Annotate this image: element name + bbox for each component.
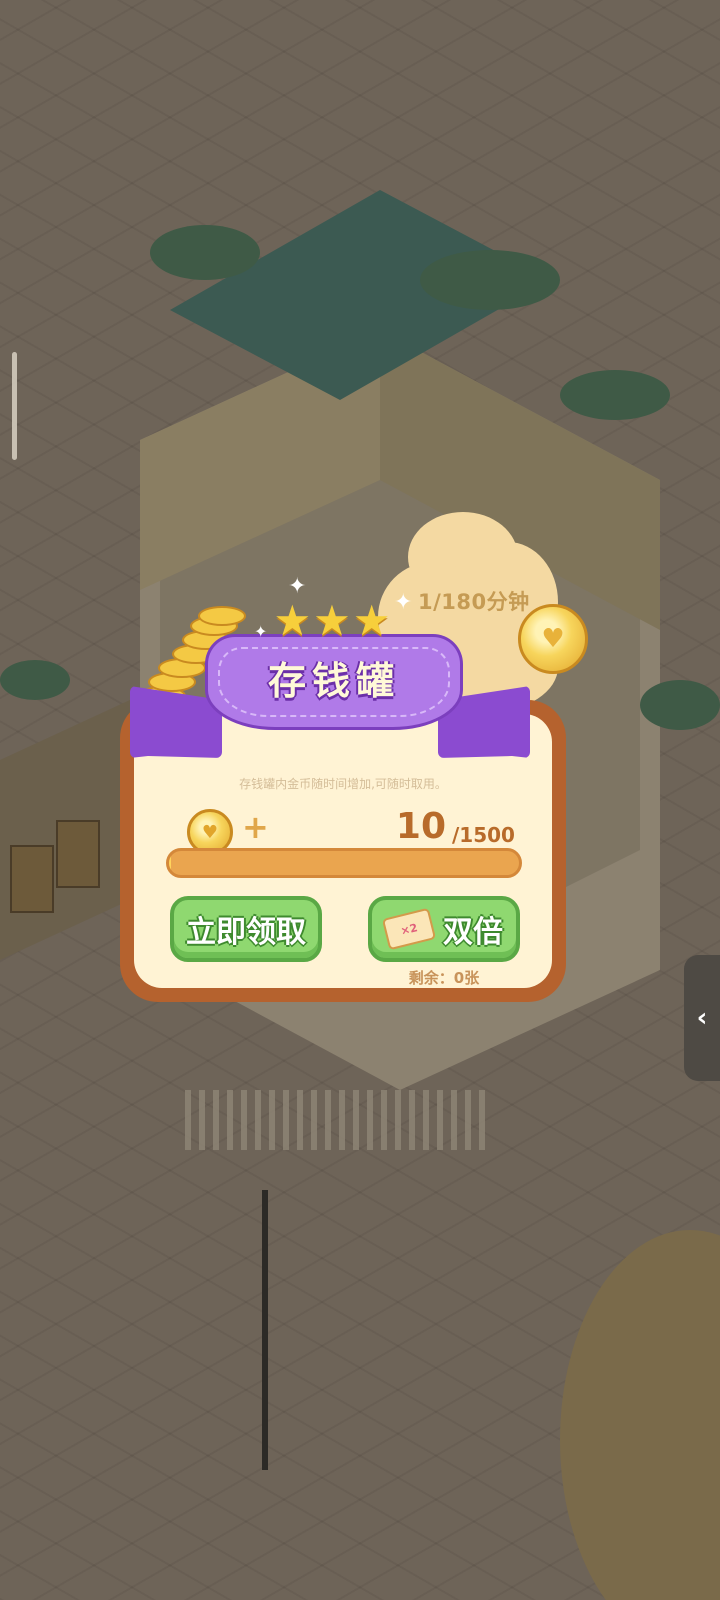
- double-reward-button[interactable]: ×2 双倍: [368, 896, 520, 962]
- coin-progress-fill: [169, 851, 172, 875]
- double-ticket-icon: ×2: [381, 907, 437, 951]
- star-icon: ★: [352, 596, 391, 645]
- piggy-bank-popup: 1/180分钟 ♥ 存钱罐 ★ ★ ★ ✦ ✦ ✦ 存钱罐内金币随时间增加,可随…: [0, 0, 720, 1600]
- claim-now-label: 立即领取: [186, 915, 306, 950]
- sparkle-icon: ✦: [254, 622, 268, 641]
- star-rating: ★ ★ ★: [262, 596, 402, 648]
- claim-now-button[interactable]: 立即领取: [170, 896, 322, 962]
- coin-progress-bar: [166, 848, 522, 878]
- remaining-tickets: 剩余：0张: [408, 969, 480, 987]
- heart-coin-icon: ♥: [518, 604, 588, 674]
- sparkle-icon: ✦: [288, 574, 307, 599]
- coin-count: 10: [395, 806, 446, 847]
- sparkle-icon: ✦: [394, 590, 413, 615]
- timer-label: 1/180分钟: [418, 590, 530, 614]
- plus-sign: +: [242, 808, 269, 846]
- popup-title: 存钱罐: [267, 659, 400, 703]
- star-icon: ★: [313, 596, 351, 645]
- coin-max: /1500: [452, 823, 515, 847]
- double-reward-label: 双倍: [443, 915, 503, 950]
- star-icon: ★: [273, 596, 312, 645]
- popup-description: 存钱罐内金币随时间增加,可随时取用。: [239, 777, 447, 791]
